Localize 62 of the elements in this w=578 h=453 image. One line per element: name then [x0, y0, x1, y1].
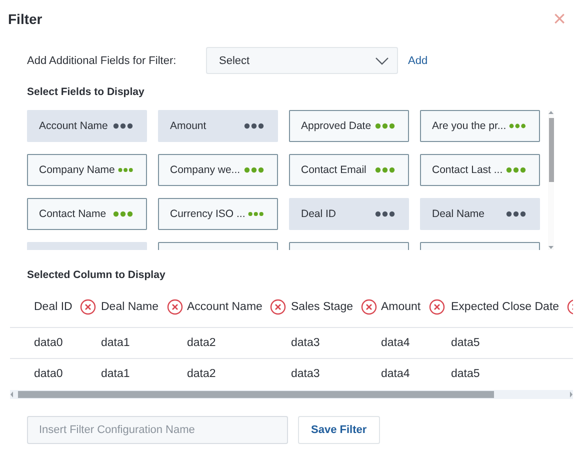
field-tile[interactable]: Currency ISO ... [158, 198, 278, 230]
more-icon[interactable] [506, 167, 526, 173]
remove-icon[interactable] [80, 299, 96, 315]
more-icon[interactable] [509, 123, 526, 129]
table-cell: data5 [451, 368, 480, 380]
field-tile[interactable]: Contact Last ... [420, 154, 540, 186]
remove-icon[interactable] [361, 299, 378, 315]
table-cell: data3 [291, 337, 320, 349]
scroll-right-icon[interactable] [569, 391, 573, 398]
field-tile[interactable]: Company Name [27, 154, 147, 186]
table-cell: data2 [187, 337, 216, 349]
select-dropdown[interactable]: Select [206, 47, 398, 74]
field-tile[interactable]: Contact Name [27, 198, 147, 230]
more-icon[interactable] [375, 167, 395, 173]
save-filter-button[interactable]: Save Filter [298, 416, 380, 444]
configuration-name-field[interactable]: Insert Filter Configuration Name [27, 416, 288, 444]
scroll-down-icon[interactable] [548, 245, 554, 250]
field-tile[interactable]: Approved Date [289, 110, 409, 142]
field-tile[interactable]: Company we... [158, 154, 278, 186]
horizontal-scrollbar[interactable] [10, 390, 573, 399]
add-link[interactable]: Add [408, 54, 428, 66]
column-header: Deal Name [101, 301, 159, 313]
field-tile[interactable]: Account Name [27, 110, 147, 142]
field-tile[interactable]: Deal ID [289, 198, 409, 230]
section-title: Select Fields to Display [27, 86, 146, 98]
more-icon[interactable] [113, 211, 133, 217]
remove-icon[interactable] [428, 299, 445, 315]
remove-icon[interactable] [166, 299, 183, 315]
table-cell: data3 [291, 368, 320, 380]
more-icon[interactable] [244, 123, 264, 129]
field-tile[interactable]: Are you the pr... [420, 110, 540, 142]
more-icon[interactable] [113, 123, 133, 129]
table-cell: data1 [101, 337, 130, 349]
table-cell: data1 [101, 368, 130, 380]
column-header: Sales Stage [291, 301, 354, 313]
scroll-up-icon[interactable] [548, 110, 554, 115]
more-icon[interactable] [248, 211, 264, 217]
more-icon[interactable] [244, 167, 264, 173]
scroll-left-icon[interactable] [10, 391, 14, 398]
more-icon[interactable] [506, 211, 526, 217]
table-cell: data0 [34, 337, 63, 349]
table-cell: data4 [381, 368, 410, 380]
chevron-icon [375, 56, 389, 64]
more-icon[interactable] [375, 211, 395, 217]
field-tile[interactable]: Amount [158, 110, 278, 142]
column-header: Expected Close Date [451, 301, 560, 313]
table-cell: data0 [34, 368, 63, 380]
field-tile[interactable]: Deal Name [420, 198, 540, 230]
table-cell: data2 [187, 368, 216, 380]
field-label: Add Additional Fields for Filter: [27, 54, 178, 66]
column-header: Deal ID [34, 301, 72, 313]
more-icon[interactable] [118, 167, 133, 173]
table-cell: data5 [451, 337, 480, 349]
more-icon[interactable] [375, 123, 395, 129]
vertical-scrollbar[interactable] [548, 110, 554, 250]
field-tile[interactable]: Contact Email [289, 154, 409, 186]
column-header: Account Name [187, 301, 262, 313]
section-title: Selected Column to Display [27, 269, 166, 281]
dialog-title: Filter [8, 11, 42, 27]
remove-icon[interactable] [270, 299, 286, 315]
table-cell: data4 [381, 337, 410, 349]
column-header: Amount [381, 301, 421, 313]
